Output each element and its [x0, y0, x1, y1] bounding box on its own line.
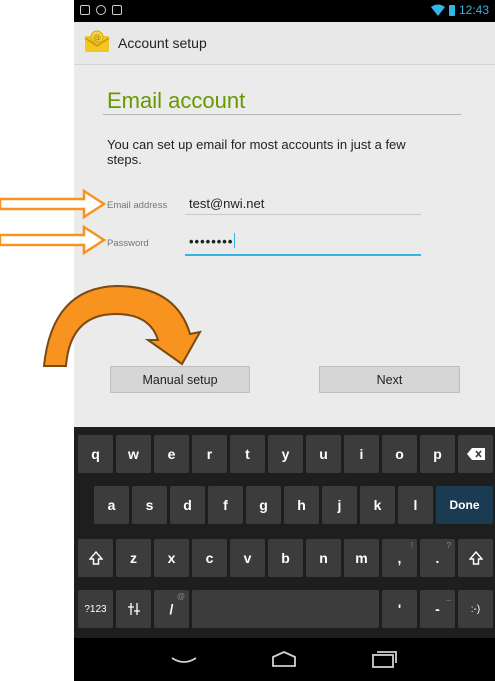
curved-arrow-icon	[42, 284, 202, 367]
email-pointer-arrow-icon	[0, 188, 107, 220]
annotation-overlay	[0, 188, 202, 367]
password-pointer-arrow-icon	[0, 224, 107, 256]
